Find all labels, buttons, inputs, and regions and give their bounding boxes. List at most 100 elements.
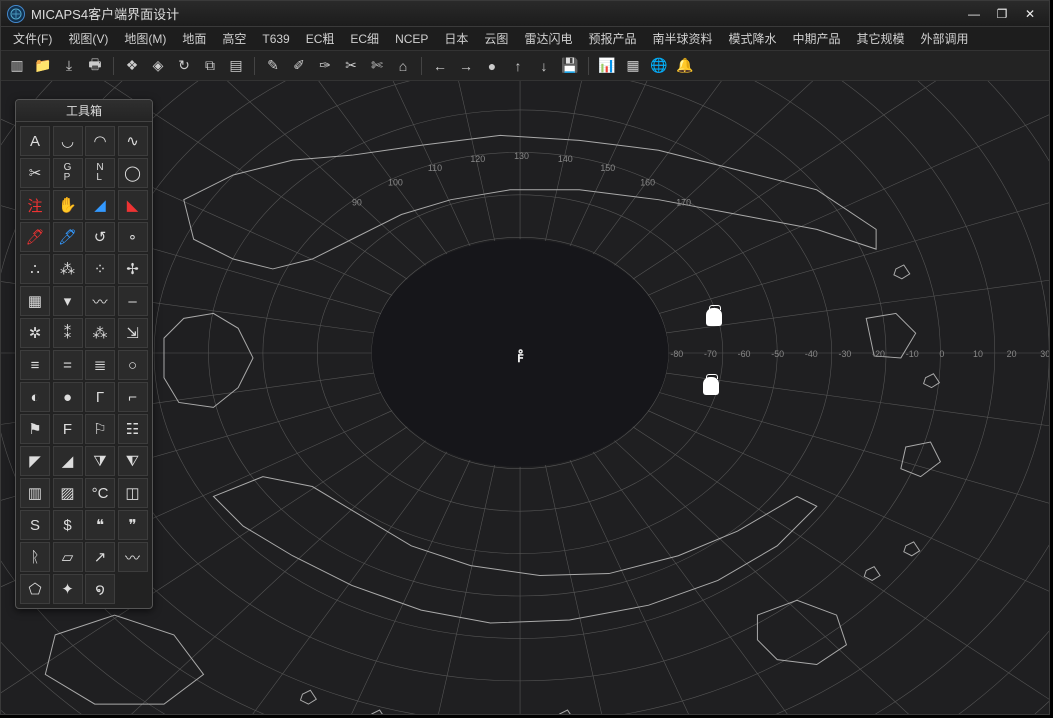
- tool-lasso[interactable]: ◯: [118, 158, 148, 188]
- menu-item-7[interactable]: EC细: [342, 28, 387, 49]
- disk-icon[interactable]: 💾: [558, 54, 582, 78]
- menu-item-6[interactable]: EC粗: [298, 28, 343, 49]
- menu-item-12[interactable]: 预报产品: [580, 28, 644, 49]
- tool-S[interactable]: S: [20, 510, 50, 540]
- copy-icon[interactable]: ⧉: [198, 54, 222, 78]
- menu-item-14[interactable]: 模式降水: [720, 28, 784, 49]
- tool-snow[interactable]: ✲: [20, 318, 50, 348]
- tool-parallel3[interactable]: ≣: [85, 350, 115, 380]
- tool-hatch-x[interactable]: ▨: [53, 478, 83, 508]
- tool-pennant1[interactable]: ◤: [20, 446, 50, 476]
- tool-bracket-l[interactable]: ⌐: [118, 382, 148, 412]
- tool-x-plus[interactable]: ✦: [53, 574, 83, 604]
- tool-dots3[interactable]: ∴: [20, 254, 50, 284]
- play-icon[interactable]: ●: [480, 54, 504, 78]
- tool-half-circle[interactable]: ◐: [20, 382, 50, 412]
- tool-flag2[interactable]: F: [53, 414, 83, 444]
- tool-cell[interactable]: ◫: [118, 478, 148, 508]
- edit3-icon[interactable]: ✑: [313, 54, 337, 78]
- menu-item-8[interactable]: NCEP: [387, 30, 436, 48]
- refresh-icon[interactable]: ↻: [172, 54, 196, 78]
- tool-arc2[interactable]: ◠: [85, 126, 115, 156]
- menu-item-17[interactable]: 外部调用: [913, 28, 977, 49]
- menu-item-3[interactable]: 地面: [174, 28, 214, 49]
- tool-person[interactable]: ᚱ: [20, 542, 50, 572]
- menu-item-9[interactable]: 日本: [436, 28, 476, 49]
- tool-pentagon[interactable]: ⬠: [20, 574, 50, 604]
- map-marker-1[interactable]: [706, 308, 722, 326]
- tool-wave[interactable]: 〰: [85, 286, 115, 316]
- menu-item-5[interactable]: T639: [254, 30, 297, 48]
- tool-brush-blue[interactable]: 🖊: [53, 222, 83, 252]
- menu-item-2[interactable]: 地图(M): [116, 28, 174, 49]
- tool-sleet2[interactable]: ⁂: [85, 318, 115, 348]
- down-icon[interactable]: ↓: [532, 54, 556, 78]
- tool-quote2[interactable]: ❞: [118, 510, 148, 540]
- tool-swoosh[interactable]: 〰: [118, 542, 148, 572]
- tool-converge[interactable]: ⇲: [118, 318, 148, 348]
- tool-curve[interactable]: ∿: [118, 126, 148, 156]
- cut2-icon[interactable]: ✄: [365, 54, 389, 78]
- tool-arc1[interactable]: ◡: [53, 126, 83, 156]
- layers2-icon[interactable]: ◈: [146, 54, 170, 78]
- tool-tri-down[interactable]: ▾: [53, 286, 83, 316]
- tool-flag-bars[interactable]: ☷: [118, 414, 148, 444]
- tool-bracket-r[interactable]: Γ: [85, 382, 115, 412]
- menu-item-13[interactable]: 南半球资料: [644, 28, 720, 49]
- tool-A[interactable]: A: [20, 126, 50, 156]
- tool-flag3[interactable]: ⚐: [85, 414, 115, 444]
- edit2-icon[interactable]: ✐: [287, 54, 311, 78]
- tool-grid3[interactable]: ▦: [20, 286, 50, 316]
- globe-icon[interactable]: 🌐: [647, 54, 671, 78]
- tool-hand-blue[interactable]: ✋: [53, 190, 83, 220]
- tool-scissors[interactable]: ✂: [20, 158, 50, 188]
- map-marker-2[interactable]: [703, 377, 719, 395]
- tool-warm-blue[interactable]: ◢: [85, 190, 115, 220]
- tool-plus-dots[interactable]: ✢: [118, 254, 148, 284]
- home-icon[interactable]: ⌂: [391, 54, 415, 78]
- tool-warm-red[interactable]: ◣: [118, 190, 148, 220]
- tool-S-strike[interactable]: $: [53, 510, 83, 540]
- tool-dot[interactable]: ∘: [118, 222, 148, 252]
- open-folder-icon[interactable]: 📁: [31, 54, 55, 78]
- tool-degC[interactable]: °C: [85, 478, 115, 508]
- paste-icon[interactable]: ▤: [224, 54, 248, 78]
- menu-item-11[interactable]: 雷达闪电: [516, 28, 580, 49]
- tool-flag1[interactable]: ⚑: [20, 414, 50, 444]
- tool-sleet1[interactable]: ⁑: [53, 318, 83, 348]
- minimize-button[interactable]: —: [961, 5, 987, 23]
- tool-circle-o[interactable]: ○: [118, 350, 148, 380]
- tool-parallel2[interactable]: =: [53, 350, 83, 380]
- tool-quote1[interactable]: ❝: [85, 510, 115, 540]
- tool-pennant4[interactable]: ⧨: [118, 446, 148, 476]
- tool-full-circle[interactable]: ●: [53, 382, 83, 412]
- tool-N/L[interactable]: N L: [85, 158, 115, 188]
- chart-icon[interactable]: 📊: [595, 54, 619, 78]
- tool-pennant2[interactable]: ◢: [53, 446, 83, 476]
- map-canvas[interactable]: 90100110120130140150160170 -80-70-60-50-…: [1, 81, 1049, 714]
- tool-row-up[interactable]: ▱: [53, 542, 83, 572]
- tool-dots4[interactable]: ⁘: [85, 254, 115, 284]
- menu-item-4[interactable]: 高空: [214, 28, 254, 49]
- tool-zhu-red[interactable]: 注: [20, 190, 50, 220]
- menu-item-16[interactable]: 其它规模: [849, 28, 913, 49]
- tool-brush-red[interactable]: 🖊: [20, 222, 50, 252]
- grid-icon[interactable]: ▦: [621, 54, 645, 78]
- tool-loop[interactable]: ↺: [85, 222, 115, 252]
- new-file-icon[interactable]: ▥: [5, 54, 29, 78]
- edit4-icon[interactable]: ✂: [339, 54, 363, 78]
- menu-item-15[interactable]: 中期产品: [785, 28, 849, 49]
- bell-icon[interactable]: 🔔: [673, 54, 697, 78]
- tool-pennant3[interactable]: ⧩: [85, 446, 115, 476]
- close-button[interactable]: ✕: [1017, 5, 1043, 23]
- menu-item-1[interactable]: 视图(V): [60, 28, 116, 49]
- tool-dots-tri[interactable]: ⁂: [53, 254, 83, 284]
- menu-item-0[interactable]: 文件(F): [5, 28, 60, 49]
- maximize-button[interactable]: ❐: [989, 5, 1015, 23]
- tool-arrow-ne[interactable]: ↗: [85, 542, 115, 572]
- print-icon[interactable]: 🖶: [83, 54, 107, 78]
- tool-hatch[interactable]: ▥: [20, 478, 50, 508]
- edit1-icon[interactable]: ✎: [261, 54, 285, 78]
- tool-G/P[interactable]: G P: [53, 158, 83, 188]
- layers-icon[interactable]: ❖: [120, 54, 144, 78]
